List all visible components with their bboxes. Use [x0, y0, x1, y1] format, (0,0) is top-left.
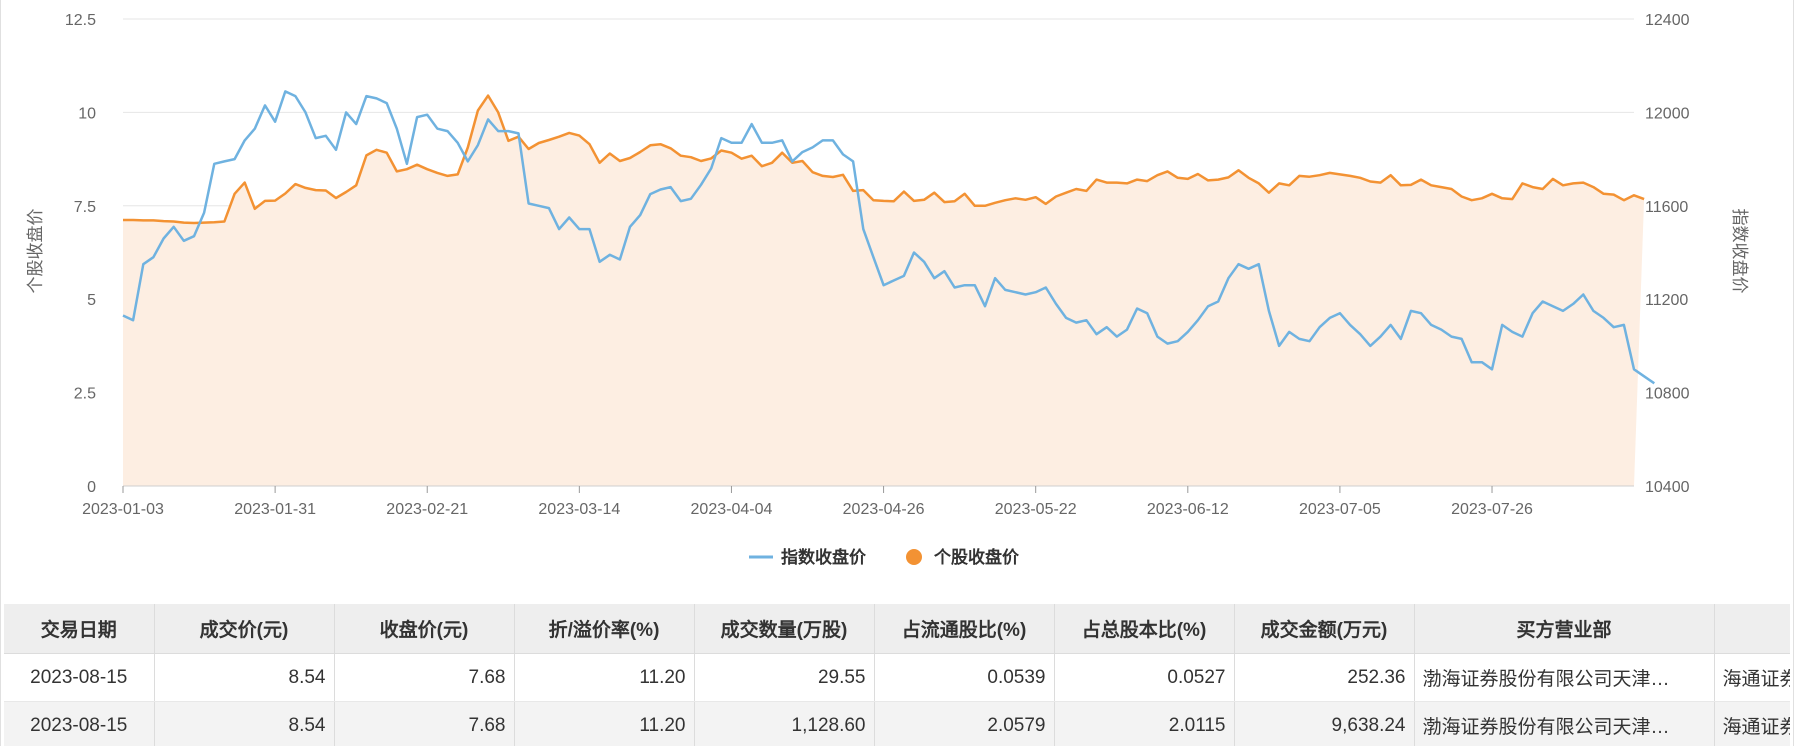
- cell-deal-price: 8.54: [154, 653, 335, 702]
- cell-trade-date: 2023-08-15: [4, 701, 155, 746]
- y-right-tick-label: 11200: [1645, 292, 1688, 309]
- col-header-buyer[interactable]: 买方营业部: [1414, 604, 1715, 654]
- table-row[interactable]: 2023-08-15 8.54 7.68 11.20 29.55 0.0539 …: [4, 653, 1790, 702]
- cell-trade-date: 2023-08-15: [4, 653, 155, 702]
- y-left-tick-label: 7.5: [74, 199, 96, 216]
- stock-area-layer: [123, 95, 1645, 486]
- y-left-tick-label: 5: [87, 292, 96, 309]
- cell-seller[interactable]: 海通证券: [1714, 701, 1790, 746]
- col-header-total-ratio[interactable]: 占总股本比(%): [1054, 604, 1235, 654]
- cell-total-ratio: 0.0527: [1054, 653, 1235, 702]
- y-left-tick-label: 12.5: [65, 12, 96, 29]
- stock-close-area: [123, 95, 1645, 486]
- legend-stock-swatch: [906, 549, 922, 565]
- y-right-tick-label: 12000: [1645, 105, 1690, 122]
- table-header-row: 交易日期 成交价(元) 收盘价(元) 折/溢价率(%) 成交数量(万股) 占流通…: [4, 604, 1790, 654]
- left-axis-title: 个股收盘价: [26, 209, 45, 294]
- legend[interactable]: 指数收盘价 个股收盘价: [749, 547, 1020, 567]
- cell-close-price: 7.68: [334, 701, 515, 746]
- cell-seller[interactable]: 海通证券: [1714, 653, 1790, 702]
- cell-amount: 9,638.24: [1234, 701, 1415, 746]
- x-tick-label: 2023-07-26: [1451, 501, 1533, 518]
- col-header-close-price[interactable]: 收盘价(元): [334, 604, 515, 654]
- cell-float-ratio: 0.0539: [874, 653, 1055, 702]
- y-left-tick-label: 2.5: [74, 386, 96, 403]
- y-right-tick-label: 12400: [1645, 12, 1690, 29]
- x-tick-label: 2023-05-22: [995, 501, 1077, 518]
- x-tick-label: 2023-04-26: [843, 501, 925, 518]
- col-header-premium-rate[interactable]: 折/溢价率(%): [514, 604, 695, 654]
- y-right-tick-label: 10800: [1645, 386, 1690, 403]
- legend-index-label: 指数收盘价: [781, 547, 867, 567]
- cell-amount: 252.36: [1234, 653, 1415, 702]
- cell-buyer[interactable]: 渤海证券股份有限公司天津…: [1414, 701, 1715, 746]
- col-header-amount[interactable]: 成交金额(万元): [1234, 604, 1415, 654]
- col-header-deal-price[interactable]: 成交价(元): [154, 604, 335, 654]
- cell-premium-rate: 11.20: [514, 653, 695, 702]
- cell-float-ratio: 2.0579: [874, 701, 1055, 746]
- y-left-tick-label: 0: [87, 479, 96, 496]
- table-row[interactable]: 2023-08-15 8.54 7.68 11.20 1,128.60 2.05…: [4, 701, 1790, 746]
- cell-close-price: 7.68: [334, 653, 515, 702]
- right-axis-title: 指数收盘价: [1730, 209, 1749, 294]
- price-chart: 0 2.5 5 7.5 10 12.5 10400 10800 11200 11600 12000 1…: [26, 12, 1749, 567]
- x-tick-label: 2023-04-04: [691, 501, 773, 518]
- y-right-tick-label: 10400: [1645, 479, 1690, 496]
- cell-buyer[interactable]: 渤海证券股份有限公司天津…: [1414, 653, 1715, 702]
- col-header-volume[interactable]: 成交数量(万股): [694, 604, 875, 654]
- cell-premium-rate: 11.20: [514, 701, 695, 746]
- cell-volume: 29.55: [694, 653, 875, 702]
- legend-item-index[interactable]: 指数收盘价: [749, 547, 867, 567]
- cell-total-ratio: 2.0115: [1054, 701, 1235, 746]
- block-trade-table: 交易日期 成交价(元) 收盘价(元) 折/溢价率(%) 成交数量(万股) 占流通…: [4, 604, 1790, 746]
- x-tick-label: 2023-01-31: [234, 501, 316, 518]
- col-header-float-ratio[interactable]: 占流通股比(%): [874, 604, 1055, 654]
- legend-stock-label: 个股收盘价: [933, 547, 1020, 567]
- cell-volume: 1,128.60: [694, 701, 875, 746]
- x-tick-label: 2023-06-12: [1147, 501, 1229, 518]
- x-tick-label: 2023-03-14: [538, 501, 620, 518]
- col-header-trade-date[interactable]: 交易日期: [4, 604, 155, 654]
- x-tick-label: 2023-01-03: [82, 501, 164, 518]
- x-tick-label: 2023-02-21: [386, 501, 468, 518]
- x-tick-label: 2023-07-05: [1299, 501, 1381, 518]
- cell-deal-price: 8.54: [154, 701, 335, 746]
- legend-item-stock[interactable]: 个股收盘价: [906, 547, 1020, 567]
- col-header-seller[interactable]: [1714, 604, 1790, 654]
- y-left-tick-label: 10: [78, 105, 96, 122]
- y-right-tick-label: 11600: [1645, 199, 1688, 216]
- block-trade-table-container[interactable]: 交易日期 成交价(元) 收盘价(元) 折/溢价率(%) 成交数量(万股) 占流通…: [4, 604, 1790, 746]
